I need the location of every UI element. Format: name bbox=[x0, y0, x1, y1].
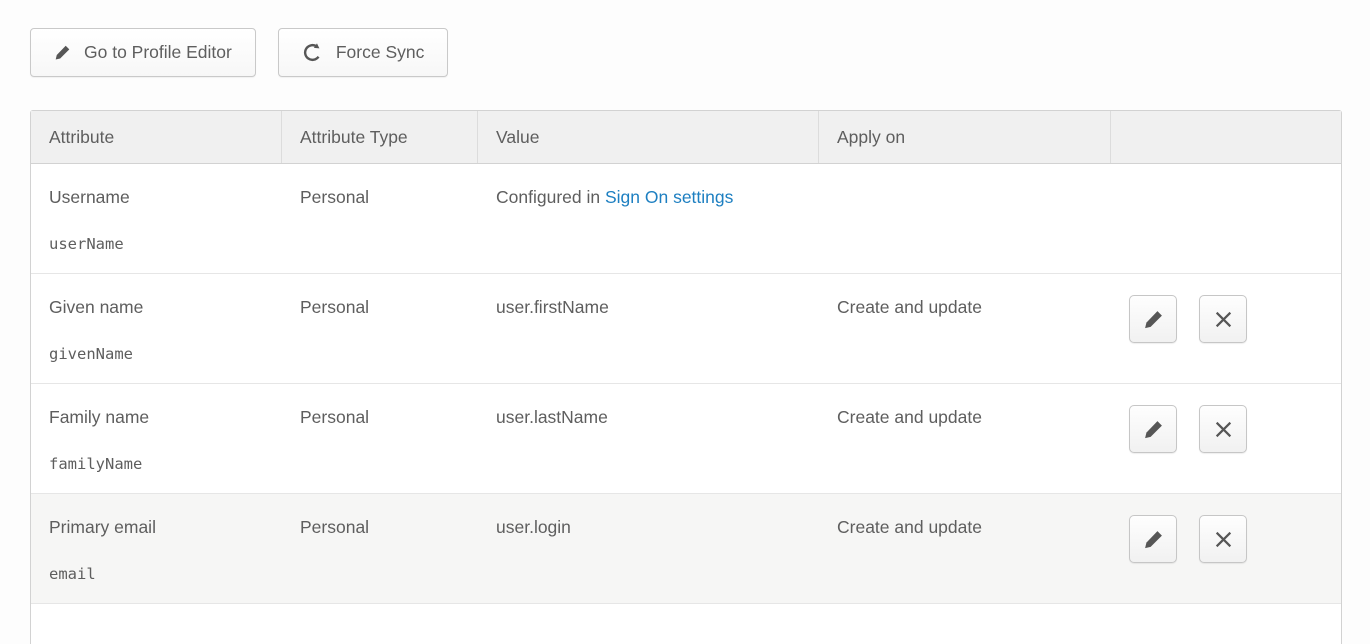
attribute-cell: Family name familyName bbox=[31, 384, 282, 493]
pencil-icon bbox=[1143, 529, 1164, 550]
table-row: Given name givenName Personal user.first… bbox=[31, 274, 1341, 384]
actions-group bbox=[1129, 515, 1341, 563]
go-to-profile-editor-button[interactable]: Go to Profile Editor bbox=[30, 28, 256, 77]
table-body: Username userName Personal Configured in… bbox=[31, 164, 1341, 604]
column-header-attribute-type: Attribute Type bbox=[282, 111, 478, 163]
value-cell: user.login bbox=[478, 494, 819, 603]
value-cell: user.firstName bbox=[478, 274, 819, 383]
apply-on-cell bbox=[819, 164, 1111, 273]
attribute-label: Primary email bbox=[49, 517, 282, 537]
pencil-icon bbox=[1143, 309, 1164, 330]
table-row: Family name familyName Personal user.las… bbox=[31, 384, 1341, 494]
apply-on-cell: Create and update bbox=[819, 384, 1111, 493]
attribute-type-cell: Personal bbox=[282, 274, 478, 383]
actions-group bbox=[1129, 295, 1341, 343]
column-header-apply-on: Apply on bbox=[819, 111, 1111, 163]
value-cell: Configured in Sign On settings bbox=[478, 164, 819, 273]
attribute-mapping-table: Attribute Attribute Type Value Apply on … bbox=[30, 110, 1342, 644]
table-header-row: Attribute Attribute Type Value Apply on bbox=[31, 111, 1341, 164]
attribute-cell: Given name givenName bbox=[31, 274, 282, 383]
actions-group bbox=[1129, 405, 1341, 453]
close-icon bbox=[1213, 419, 1234, 440]
attribute-label: Family name bbox=[49, 407, 282, 427]
value-text: user.login bbox=[496, 517, 571, 537]
table-row: Username userName Personal Configured in… bbox=[31, 164, 1341, 274]
close-icon bbox=[1213, 309, 1234, 330]
column-header-actions bbox=[1111, 111, 1341, 163]
attribute-label: Username bbox=[49, 187, 282, 207]
delete-attribute-button[interactable] bbox=[1199, 515, 1247, 563]
table-row: Primary email email Personal user.login … bbox=[31, 494, 1341, 604]
value-text: Configured in bbox=[496, 187, 605, 207]
attribute-type-cell: Personal bbox=[282, 164, 478, 273]
attribute-variable-name: email bbox=[49, 565, 282, 584]
attribute-variable-name: userName bbox=[49, 235, 282, 254]
edit-attribute-button[interactable] bbox=[1129, 405, 1177, 453]
force-sync-button[interactable]: Force Sync bbox=[278, 28, 449, 77]
toolbar: Go to Profile Editor Force Sync bbox=[30, 28, 448, 77]
pencil-icon bbox=[1143, 419, 1164, 440]
attribute-mappings-page: Go to Profile Editor Force Sync Attribut… bbox=[0, 0, 1370, 644]
value-text: user.lastName bbox=[496, 407, 608, 427]
close-icon bbox=[1213, 529, 1234, 550]
attribute-cell: Username userName bbox=[31, 164, 282, 273]
actions-cell bbox=[1111, 164, 1341, 273]
table-row-empty bbox=[31, 604, 1341, 644]
force-sync-label: Force Sync bbox=[336, 42, 425, 63]
attribute-variable-name: givenName bbox=[49, 345, 282, 364]
pencil-icon bbox=[54, 44, 71, 61]
attribute-variable-name: familyName bbox=[49, 455, 282, 474]
delete-attribute-button[interactable] bbox=[1199, 405, 1247, 453]
attribute-type-cell: Personal bbox=[282, 494, 478, 603]
value-text: user.firstName bbox=[496, 297, 609, 317]
attribute-type-cell: Personal bbox=[282, 384, 478, 493]
edit-attribute-button[interactable] bbox=[1129, 515, 1177, 563]
apply-on-cell: Create and update bbox=[819, 494, 1111, 603]
sync-icon bbox=[302, 42, 323, 63]
apply-on-cell: Create and update bbox=[819, 274, 1111, 383]
actions-cell bbox=[1111, 384, 1341, 493]
attribute-cell: Primary email email bbox=[31, 494, 282, 603]
delete-attribute-button[interactable] bbox=[1199, 295, 1247, 343]
column-header-attribute: Attribute bbox=[31, 111, 282, 163]
sign-on-settings-link[interactable]: Sign On settings bbox=[605, 187, 733, 207]
attribute-label: Given name bbox=[49, 297, 282, 317]
actions-cell bbox=[1111, 494, 1341, 603]
go-to-profile-editor-label: Go to Profile Editor bbox=[84, 42, 232, 63]
column-header-value: Value bbox=[478, 111, 819, 163]
value-cell: user.lastName bbox=[478, 384, 819, 493]
edit-attribute-button[interactable] bbox=[1129, 295, 1177, 343]
actions-cell bbox=[1111, 274, 1341, 383]
